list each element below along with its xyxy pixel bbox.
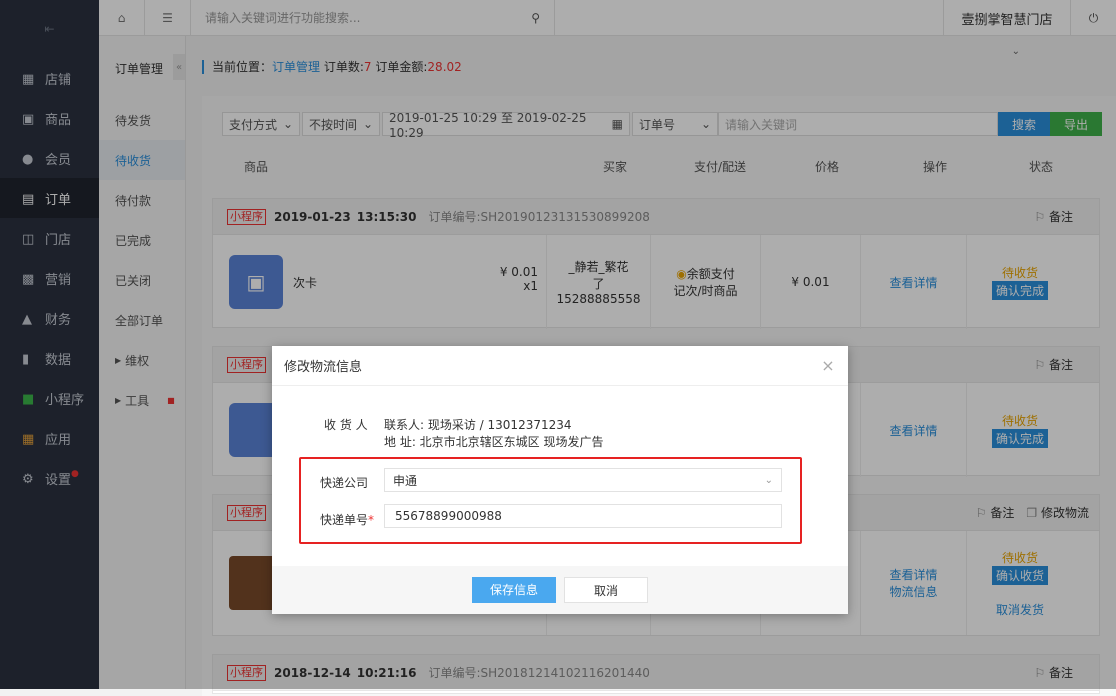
highlight-box	[299, 457, 802, 544]
modal-footer: 保存信息 取消	[272, 566, 848, 614]
cancel-button[interactable]: 取消	[564, 577, 648, 603]
save-button[interactable]: 保存信息	[472, 577, 556, 603]
receiver-label: 收 货 人	[324, 418, 368, 432]
receiver-address: 地 址: 北京市北京辖区东城区 现场发广告	[384, 435, 604, 449]
modal-title: 修改物流信息	[284, 360, 363, 375]
close-icon[interactable]: ×	[808, 356, 848, 375]
modal-header: 修改物流信息 ×	[272, 346, 848, 386]
receiver-contact: 联系人: 现场采访 / 13012371234	[384, 418, 572, 432]
